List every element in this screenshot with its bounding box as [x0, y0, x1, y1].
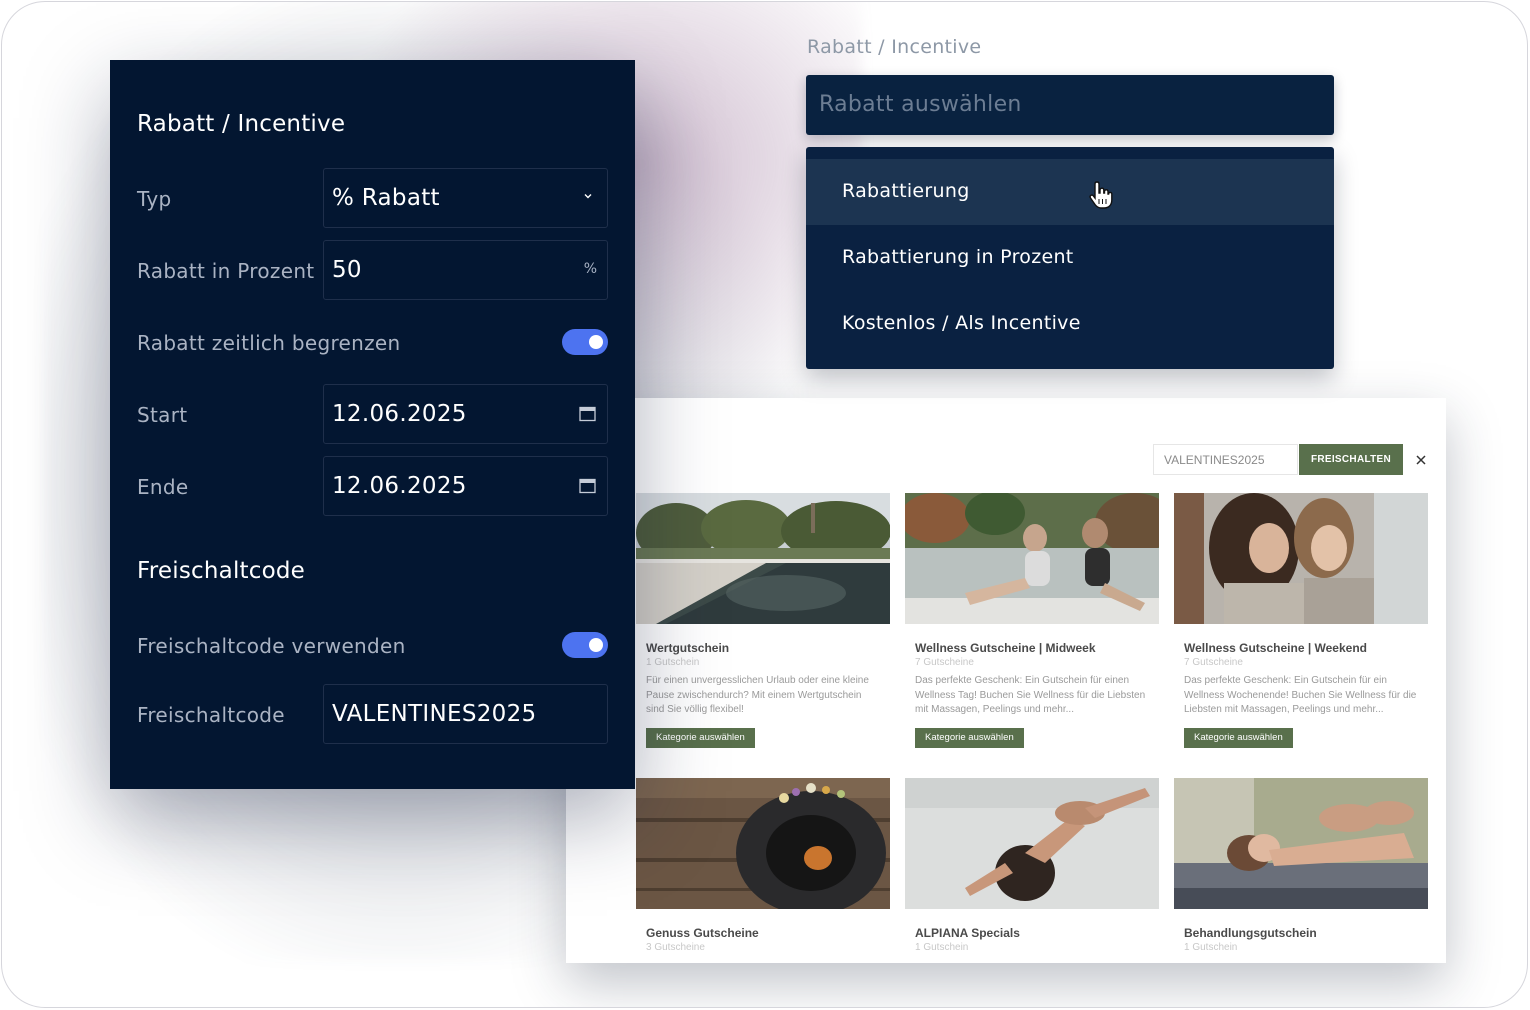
dropdown-label: Rabatt / Incentive	[807, 36, 982, 58]
card-title: Genuss Gutscheine	[646, 926, 759, 940]
end-date-input[interactable]: 12.06.2025	[323, 456, 608, 516]
voucher-shop-panel: VALENTINES2025 FREISCHALTEN Wertgutschei…	[566, 398, 1446, 963]
dropdown-option[interactable]: Rabattierung in Prozent	[806, 225, 1334, 291]
code-section-title: Freischaltcode	[137, 558, 306, 584]
gourmet-plate-photo	[636, 778, 890, 909]
calendar-icon[interactable]	[579, 406, 596, 422]
card-count: 1 Gutschein	[646, 657, 700, 668]
massage-photo	[1174, 778, 1428, 909]
voucher-card[interactable]: Genuss Gutscheine 3 Gutscheine	[636, 778, 890, 963]
women-pool-photo	[905, 493, 1159, 624]
voucher-card[interactable]: Wertgutschein 1 Gutschein Für einen unve…	[636, 493, 890, 761]
card-description: Für einen unvergesslichen Urlaub oder ei…	[646, 675, 869, 715]
select-category-label: Kategorie auswählen	[1194, 732, 1283, 743]
card-title: Wellness Gutscheine | Weekend	[1184, 641, 1367, 655]
unlock-button[interactable]: FREISCHALTEN	[1299, 444, 1403, 475]
screenshot-frame: VALENTINES2025 FREISCHALTEN Wertgutschei…	[1, 1, 1528, 1008]
percent-label: Rabatt in Prozent	[137, 259, 315, 283]
card-description: Das perfekte Geschenk: Ein Gutschein für…	[915, 675, 1146, 715]
calendar-icon[interactable]	[579, 478, 596, 494]
start-date-value: 12.06.2025	[332, 401, 467, 427]
card-description: Das perfekte Geschenk: Ein Gutschein für…	[1184, 675, 1417, 715]
toggle-knob	[589, 638, 603, 652]
select-category-label: Kategorie auswählen	[925, 732, 1014, 743]
card-count: 3 Gutscheine	[646, 942, 705, 953]
dropdown-option-label: Rabattierung	[842, 180, 970, 202]
dropdown-option-label: Kostenlos / Als Incentive	[842, 312, 1081, 334]
discount-select[interactable]: Rabatt auswählen	[806, 75, 1334, 135]
code-input-value: VALENTINES2025	[332, 701, 537, 727]
card-count: 7 Gutscheine	[915, 657, 974, 668]
time-limit-label: Rabatt zeitlich begrenzen	[137, 331, 401, 355]
select-category-label: Kategorie auswählen	[656, 732, 745, 743]
shop-code-input[interactable]: VALENTINES2025	[1153, 444, 1298, 475]
select-category-button[interactable]: Kategorie auswählen	[1184, 728, 1293, 748]
discount-select-placeholder: Rabatt auswählen	[819, 92, 1022, 117]
select-category-button[interactable]: Kategorie auswählen	[646, 728, 755, 748]
end-date-value: 12.06.2025	[332, 473, 467, 499]
use-code-label: Freischaltcode verwenden	[137, 634, 406, 658]
percent-input-value: 50	[332, 257, 362, 283]
chevron-down-icon	[584, 194, 592, 199]
card-title: Wellness Gutscheine | Midweek	[915, 641, 1096, 655]
voucher-card[interactable]: Behandlungsgutschein 1 Gutschein	[1174, 778, 1428, 963]
card-count: 1 Gutschein	[915, 942, 969, 953]
time-limit-toggle[interactable]	[562, 329, 608, 355]
type-select-value: % Rabatt	[332, 185, 440, 211]
card-count: 7 Gutscheine	[1184, 657, 1243, 668]
start-label: Start	[137, 403, 188, 427]
card-title: Behandlungsgutschein	[1184, 926, 1317, 940]
use-code-toggle[interactable]	[562, 632, 608, 658]
toggle-knob	[589, 335, 603, 349]
card-title: Wertgutschein	[646, 641, 730, 655]
percent-suffix: %	[583, 261, 597, 277]
discount-options-menu: Rabattierung Rabattierung in Prozent Kos…	[806, 147, 1334, 369]
code-input[interactable]: VALENTINES2025	[323, 684, 608, 744]
code-label: Freischaltcode	[137, 703, 285, 727]
hand-pointer-cursor-icon	[1089, 181, 1113, 209]
card-count: 1 Gutschein	[1184, 942, 1238, 953]
discount-section-title: Rabatt / Incentive	[137, 111, 346, 137]
card-title: ALPIANA Specials	[915, 926, 1020, 940]
voucher-card[interactable]: Wellness Gutscheine | Midweek 7 Gutschei…	[905, 493, 1159, 761]
dropdown-option-label: Rabattierung in Prozent	[842, 246, 1074, 268]
women-bathrobes-photo	[1174, 493, 1428, 624]
dropdown-option[interactable]: Kostenlos / Als Incentive	[806, 291, 1334, 357]
discount-settings-panel: Rabatt / Incentive Typ % Rabatt Rabatt i…	[110, 60, 635, 789]
type-select[interactable]: % Rabatt	[323, 168, 608, 228]
dropdown-option[interactable]: Rabattierung	[806, 159, 1334, 225]
voucher-card[interactable]: ALPIANA Specials 1 Gutschein	[905, 778, 1159, 963]
voucher-card[interactable]: Wellness Gutscheine | Weekend 7 Gutschei…	[1174, 493, 1428, 761]
select-category-button[interactable]: Kategorie auswählen	[915, 728, 1024, 748]
unlock-button-label: FREISCHALTEN	[1310, 454, 1392, 465]
end-label: Ende	[137, 475, 189, 499]
percent-input[interactable]: 50 %	[323, 240, 608, 300]
woman-relaxing-photo	[905, 778, 1159, 909]
start-date-input[interactable]: 12.06.2025	[323, 384, 608, 444]
shop-code-input-value: VALENTINES2025	[1164, 453, 1265, 467]
close-icon[interactable]	[1414, 453, 1428, 467]
resort-pool-photo	[636, 493, 890, 624]
type-label: Typ	[137, 187, 172, 211]
